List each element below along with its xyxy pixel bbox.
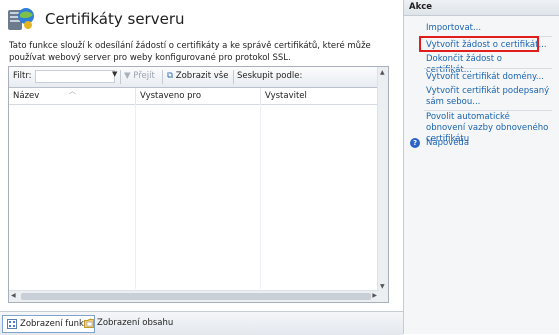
certificates-grid: Filtr: ▼ ▼ Přejít ⧉ Zobrazit vše Seskupi… [8, 66, 389, 303]
actions-header: Akce [404, 0, 559, 16]
actions-title: Akce [409, 2, 433, 12]
action-import[interactable]: Importovat... [426, 23, 550, 34]
certificate-server-icon [8, 8, 34, 30]
column-divider[interactable] [260, 88, 261, 104]
tab-features-view[interactable]: Zobrazení funkcí [2, 315, 95, 333]
help-icon: ? [410, 138, 420, 148]
toolbar-divider [233, 70, 234, 84]
column-header-row: ︿ Název Vystaveno pro Vystavitel [9, 87, 379, 105]
toolbar-divider [120, 70, 121, 84]
actions-pane: Akce Importovat... Vytvořit žádost o cer… [403, 0, 559, 334]
action-create-self-signed-certificate[interactable]: Vytvořit certifikát podepsaný sám sebou.… [426, 86, 550, 108]
scroll-left-icon[interactable]: ◀ [11, 292, 16, 299]
tab-features-label: Zobrazení funkcí [20, 319, 91, 329]
go-button-label: Přejít [133, 71, 155, 81]
horizontal-scroll-thumb[interactable] [21, 293, 371, 300]
scroll-down-icon[interactable]: ▼ [380, 283, 385, 290]
filter-input[interactable] [35, 70, 115, 83]
show-all-button-label: Zobrazit vše [175, 71, 229, 81]
scrollbar-corner [378, 291, 388, 302]
action-divider [424, 68, 552, 69]
show-all-icon: ⧉ [167, 71, 174, 81]
column-gridline [260, 104, 261, 289]
action-help[interactable]: Nápověda [426, 138, 550, 149]
horizontal-scrollbar[interactable]: ◀ ▶ [9, 290, 379, 302]
scroll-up-icon[interactable]: ▲ [380, 69, 385, 76]
show-all-button[interactable]: ⧉ Zobrazit vše [167, 71, 228, 81]
tab-content-label: Zobrazení obsahu [97, 318, 174, 328]
vertical-scrollbar[interactable]: ▲ ▼ [377, 67, 388, 292]
column-divider[interactable] [135, 88, 136, 104]
content-view-icon [84, 319, 94, 328]
page-title: Certifikáty serveru [45, 10, 185, 28]
column-header-name[interactable]: Název [13, 91, 39, 101]
column-header-issued-to[interactable]: Vystaveno pro [140, 91, 201, 101]
go-button[interactable]: ▼ Přejít [124, 71, 155, 81]
tab-content-view[interactable]: Zobrazení obsahu [84, 315, 173, 331]
view-switcher-bar: Zobrazení funkcí Zobrazení obsahu [0, 311, 403, 335]
funnel-icon: ▼ [124, 71, 131, 81]
action-divider [424, 110, 552, 111]
scroll-right-icon[interactable]: ▶ [372, 292, 377, 299]
main-panel: Certifikáty serveru Tato funkce slouží k… [0, 0, 398, 311]
sort-indicator-icon: ︿ [69, 87, 76, 95]
filter-label: Filtr: [13, 71, 32, 81]
group-by-label[interactable]: Seskupit podle: [237, 71, 302, 81]
highlight-box [419, 36, 539, 52]
filter-toolbar: Filtr: ▼ ▼ Přejít ⧉ Zobrazit vše Seskupi… [9, 67, 388, 88]
chevron-down-icon[interactable]: ▼ [112, 70, 117, 78]
column-header-issuer[interactable]: Vystavitel [265, 91, 307, 101]
features-view-icon [7, 319, 17, 329]
toolbar-divider [162, 70, 163, 84]
column-gridline [135, 104, 136, 289]
page-description: Tato funkce slouží k odesílání žádostí o… [9, 41, 371, 63]
action-create-domain-certificate[interactable]: Vytvořit certifikát domény... [426, 72, 550, 83]
